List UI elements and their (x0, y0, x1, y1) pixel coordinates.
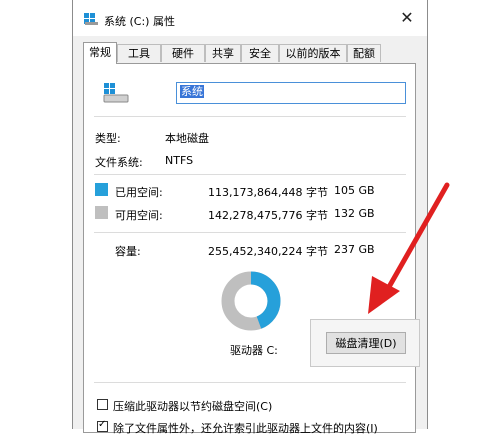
window-title: 系统 (C:) 属性 (104, 15, 175, 28)
title-bar: 系统 (C:) 属性 ✕ (73, 0, 427, 36)
tab-tools[interactable]: 工具 (117, 44, 161, 62)
type-value: 本地磁盘 (165, 132, 209, 145)
compress-drive-checkbox[interactable] (97, 399, 108, 410)
volume-name-input[interactable]: 系统 (176, 82, 406, 104)
used-space-label: 已用空间: (115, 186, 163, 199)
separator (94, 174, 406, 175)
properties-window: 系统 (C:) 属性 ✕ 常规 工具 硬件 共享 安全 以前的版本 配额 系统 … (72, 0, 428, 435)
tab-security[interactable]: 安全 (241, 44, 279, 62)
close-button[interactable]: ✕ (397, 8, 417, 28)
used-space-size: 105 GB (334, 184, 375, 197)
tab-strip: 常规 工具 硬件 共享 安全 以前的版本 配额 (83, 42, 413, 64)
filesystem-value: NTFS (165, 154, 194, 167)
capacity-label: 容量: (115, 245, 141, 258)
free-space-size: 132 GB (334, 207, 375, 220)
separator (94, 116, 406, 117)
tab-previous-versions[interactable]: 以前的版本 (279, 44, 347, 62)
index-contents-label: 除了文件属性外，还允许索引此驱动器上文件的内容(I) (113, 422, 378, 435)
used-space-bytes: 113,173,864,448 字节 (208, 186, 328, 199)
general-panel: 系统 类型: 本地磁盘 文件系统: NTFS 已用空间: 113,173,864… (83, 63, 420, 435)
separator (94, 232, 406, 233)
drive-large-icon (103, 83, 129, 103)
compress-drive-label: 压缩此驱动器以节约磁盘空间(C) (113, 400, 273, 413)
disk-cleanup-button[interactable]: 磁盘清理(D) (326, 332, 406, 354)
tab-quota[interactable]: 配额 (347, 44, 381, 62)
drive-icon (84, 13, 98, 25)
used-space-swatch (95, 183, 108, 196)
capacity-bytes: 255,452,340,224 字节 (208, 245, 328, 258)
usage-donut (221, 271, 281, 331)
type-label: 类型: (95, 132, 121, 145)
tab-hardware[interactable]: 硬件 (161, 44, 205, 62)
filesystem-label: 文件系统: (95, 156, 143, 169)
tab-sharing[interactable]: 共享 (205, 44, 241, 62)
tab-general[interactable]: 常规 (83, 42, 117, 64)
capacity-size: 237 GB (334, 243, 375, 256)
free-space-label: 可用空间: (115, 209, 163, 222)
volume-name-text: 系统 (180, 85, 204, 98)
drive-letter-label: 驱动器 C: (230, 344, 278, 357)
index-contents-checkbox[interactable] (97, 419, 108, 432)
free-space-swatch (95, 206, 108, 219)
separator (94, 382, 406, 383)
free-space-bytes: 142,278,475,776 字节 (208, 209, 328, 222)
